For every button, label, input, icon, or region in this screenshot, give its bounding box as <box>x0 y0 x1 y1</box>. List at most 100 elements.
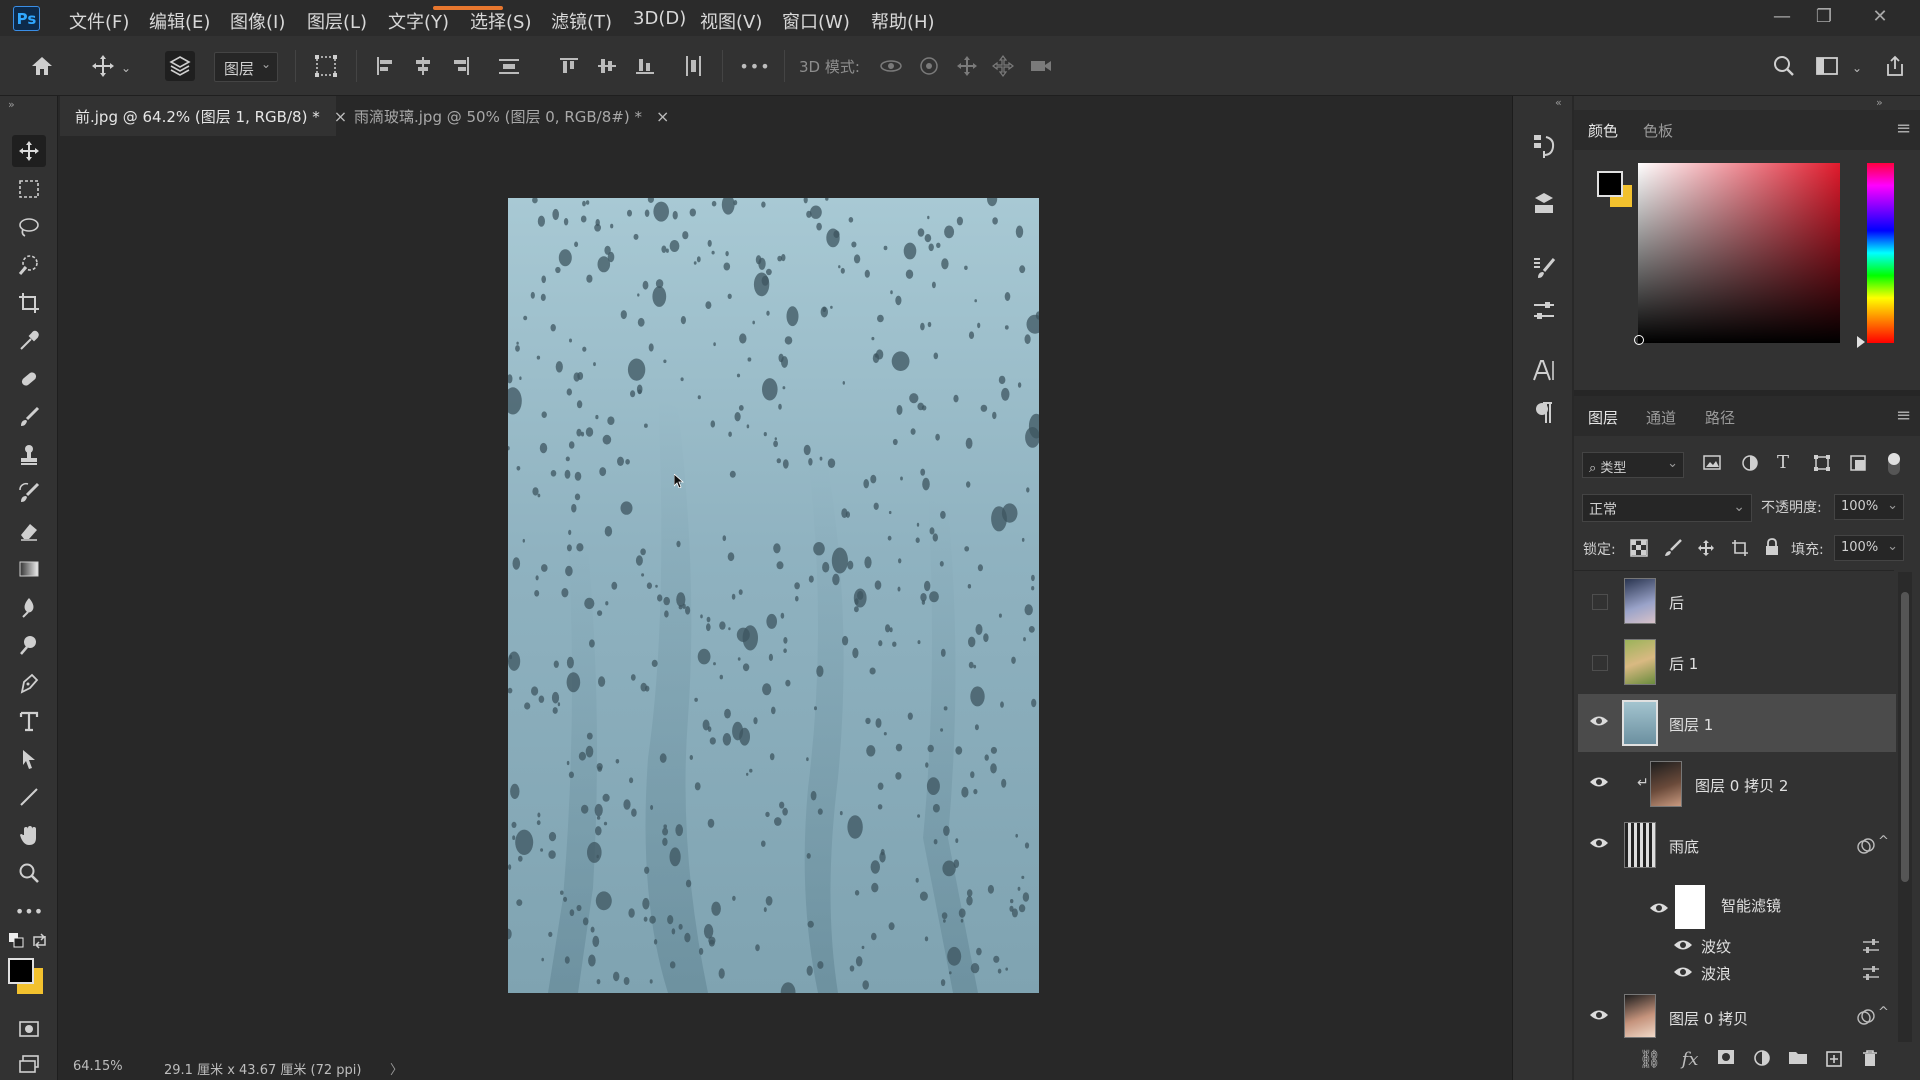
tab-channels[interactable]: 通道 <box>1646 407 1676 428</box>
menu-3d[interactable]: 3D(D) <box>633 8 686 29</box>
color-picker-cursor[interactable] <box>1634 335 1644 345</box>
tab-color[interactable]: 颜色 <box>1588 120 1618 141</box>
filter-options-icon[interactable] <box>1861 965 1881 985</box>
filter-row[interactable]: 波纹 <box>1578 933 1896 959</box>
align-middle-icon[interactable] <box>592 51 622 81</box>
smart-filter-indicator-icon[interactable] <box>1857 837 1875 859</box>
zoom-level[interactable]: 64.15% <box>73 1059 123 1074</box>
layer-name[interactable]: 后 1 <box>1669 653 1698 674</box>
layer-name[interactable]: 图层 1 <box>1669 714 1713 735</box>
delete-layer-icon[interactable] <box>1856 1049 1884 1072</box>
panel-menu-icon[interactable]: ≡ <box>1896 405 1911 426</box>
layer-filter-dropdown[interactable]: ⌕ 类型 ⌄ <box>1582 452 1684 478</box>
layer-row[interactable]: ↵ 图层 0 拷贝 2 <box>1578 755 1896 813</box>
tab-swatches[interactable]: 色板 <box>1643 120 1673 141</box>
3d-panel-icon[interactable] <box>1527 186 1561 220</box>
3d-slide-icon[interactable] <box>988 51 1018 81</box>
lock-artboard-icon[interactable] <box>1731 539 1749 561</box>
visibility-toggle-off[interactable] <box>1592 655 1608 671</box>
eye-icon[interactable] <box>1673 938 1695 954</box>
restore-button[interactable]: ❐ <box>1804 2 1844 30</box>
lock-transparent-pixels-icon[interactable] <box>1630 539 1648 561</box>
eye-icon[interactable] <box>1589 1008 1611 1024</box>
history-brush-tool[interactable] <box>12 477 46 509</box>
filter-shape-icon[interactable] <box>1813 454 1833 474</box>
move-tool-icon[interactable] <box>88 51 118 81</box>
blend-mode-dropdown[interactable]: 正常 ⌄ <box>1582 494 1752 522</box>
align-center-icon[interactable] <box>408 51 438 81</box>
brush-settings-icon[interactable] <box>1527 251 1561 285</box>
close-icon[interactable]: × <box>656 107 669 126</box>
tab-paths[interactable]: 路径 <box>1705 407 1735 428</box>
rectangular-marquee-tool[interactable] <box>12 173 46 205</box>
chevron-up-icon[interactable]: ^ <box>1878 834 1889 849</box>
transform-controls-icon[interactable] <box>311 51 341 81</box>
add-mask-icon[interactable] <box>1712 1049 1740 1070</box>
align-bottom-icon[interactable] <box>630 51 660 81</box>
collapse-panels-icon[interactable]: » <box>1876 96 1883 109</box>
3d-roll-icon[interactable] <box>914 51 944 81</box>
blur-tool[interactable] <box>12 591 46 623</box>
align-left-icon[interactable] <box>370 51 400 81</box>
menu-layer[interactable]: 图层(L) <box>307 8 367 34</box>
fx-icon[interactable]: fx <box>1676 1049 1704 1070</box>
3d-camera-icon[interactable] <box>1026 51 1056 81</box>
quick-selection-tool[interactable] <box>12 249 46 281</box>
link-layers-icon[interactable]: ⛓ <box>1636 1049 1664 1070</box>
layers-scrollbar[interactable] <box>1898 572 1912 1042</box>
layer-row[interactable]: 雨底 ^ <box>1578 816 1896 874</box>
lock-position-icon[interactable] <box>1697 539 1715 561</box>
status-menu-arrow-icon[interactable]: 〉 <box>390 1059 403 1078</box>
minimize-button[interactable]: — <box>1762 2 1802 30</box>
eye-icon[interactable] <box>1589 714 1611 730</box>
menu-select[interactable]: 选择(S) <box>470 8 531 34</box>
hand-tool[interactable] <box>12 819 46 851</box>
menu-file[interactable]: 文件(F) <box>69 8 129 34</box>
crop-tool[interactable] <box>12 287 46 319</box>
close-window-button[interactable]: ✕ <box>1860 2 1900 30</box>
eye-icon[interactable] <box>1649 901 1671 917</box>
auto-select-target-dropdown[interactable]: 图层 ⌄ <box>214 52 278 82</box>
line-tool[interactable] <box>12 781 46 813</box>
eyedropper-tool[interactable] <box>12 325 46 357</box>
hue-slider[interactable] <box>1867 163 1894 343</box>
adjustments-icon[interactable] <box>1527 294 1561 328</box>
chevron-down-icon[interactable]: ⌄ <box>1850 53 1864 83</box>
clone-stamp-tool[interactable] <box>12 439 46 471</box>
path-selection-tool[interactable] <box>12 743 46 775</box>
dodge-tool[interactable] <box>12 629 46 661</box>
new-group-icon[interactable] <box>1784 1049 1812 1070</box>
filter-row[interactable]: 波浪 <box>1578 960 1896 986</box>
filter-smart-object-icon[interactable] <box>1849 454 1869 474</box>
chevron-down-icon[interactable]: ⌄ <box>119 53 133 83</box>
new-layer-icon[interactable] <box>1820 1049 1848 1072</box>
menu-window[interactable]: 窗口(W) <box>782 8 850 34</box>
move-tool[interactable] <box>12 135 46 167</box>
panel-menu-icon[interactable]: ≡ <box>1896 118 1911 139</box>
paragraph-panel-icon[interactable] <box>1527 396 1561 430</box>
gradient-tool[interactable] <box>12 553 46 585</box>
menu-type[interactable]: 文字(Y) <box>388 8 449 34</box>
layer-name[interactable]: 智能滤镜 <box>1721 895 1781 916</box>
filter-mask-thumbnail[interactable] <box>1675 885 1705 929</box>
layer-name[interactable]: 后 <box>1669 592 1684 613</box>
foreground-color-swatch[interactable] <box>8 958 34 984</box>
character-panel-icon[interactable] <box>1527 354 1561 388</box>
smart-filter-indicator-icon[interactable] <box>1857 1008 1875 1030</box>
healing-brush-tool[interactable] <box>12 363 46 395</box>
layer-row[interactable]: 图层 0 拷贝 ^ <box>1578 990 1896 1042</box>
layer-name[interactable]: 图层 0 拷贝 2 <box>1695 775 1788 796</box>
3d-orbit-icon[interactable] <box>876 51 906 81</box>
filter-type-icon[interactable]: T <box>1777 452 1797 473</box>
default-colors-icon[interactable] <box>8 932 26 950</box>
scrollbar-thumb[interactable] <box>1901 592 1909 882</box>
filter-name[interactable]: 波纹 <box>1701 936 1731 957</box>
eraser-tool[interactable] <box>12 515 46 547</box>
smart-filter-row[interactable]: 智能滤镜 <box>1578 877 1896 931</box>
search-icon[interactable] <box>1769 51 1799 81</box>
collapse-panel-icon[interactable]: » <box>8 98 15 111</box>
filter-toggle[interactable] <box>1888 453 1900 475</box>
layer-row-selected[interactable]: 图层 1 <box>1578 694 1896 752</box>
align-right-icon[interactable] <box>446 51 476 81</box>
filter-options-icon[interactable] <box>1861 938 1881 958</box>
